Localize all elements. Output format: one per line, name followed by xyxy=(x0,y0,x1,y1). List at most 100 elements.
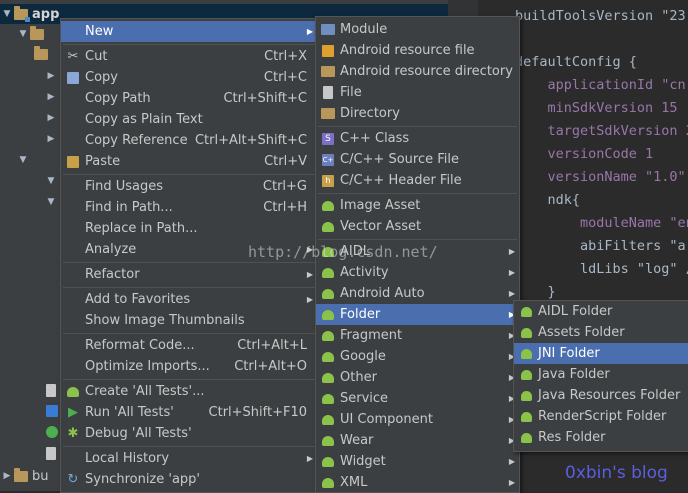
menu-item-directory[interactable]: Directory xyxy=(316,103,519,124)
menu-item-show-image-thumbnails[interactable]: Show Image Thumbnails xyxy=(61,310,317,331)
submenu-arrow-icon: ▶ xyxy=(508,268,515,277)
menu-item-label: AIDL Folder xyxy=(538,304,613,319)
cpp-header-icon: h xyxy=(320,173,336,189)
expand-arrow-icon[interactable]: ▶ xyxy=(44,134,58,144)
menu-item-shortcut: Ctrl+G xyxy=(262,179,307,194)
menu-item-label: Add to Favorites xyxy=(85,292,191,307)
menu-item-widget[interactable]: Widget ▶ xyxy=(316,451,519,472)
menu-item-label: Optimize Imports... xyxy=(85,359,210,374)
menu-item-module[interactable]: Module xyxy=(316,19,519,40)
menu-item-create-all-tests[interactable]: Create 'All Tests'... xyxy=(61,381,317,402)
android-icon xyxy=(320,328,336,344)
menu-item-folder[interactable]: Folder ▶ xyxy=(316,304,519,325)
menu-item-label: Android resource directory xyxy=(340,64,513,79)
android-icon xyxy=(320,391,336,407)
blank-icon xyxy=(65,24,81,40)
android-icon xyxy=(320,454,336,470)
blank-icon xyxy=(65,133,81,149)
android-folder-icon xyxy=(518,409,534,425)
submenu-arrow-icon: ▶ xyxy=(508,478,515,487)
menu-item-reformat-code[interactable]: Reformat Code... Ctrl+Alt+L xyxy=(61,335,317,356)
menu-item-synchronize-app[interactable]: ↻ Synchronize 'app' xyxy=(61,469,317,490)
menu-item-vector-asset[interactable]: Vector Asset xyxy=(316,216,519,237)
menu-item-jni-folder[interactable]: JNI Folder xyxy=(514,343,688,364)
menu-item-label: Folder xyxy=(340,307,381,322)
menu-item-new[interactable]: New ▶ xyxy=(61,21,317,42)
expand-arrow-icon[interactable]: ▼ xyxy=(0,9,14,19)
menu-item-label: Module xyxy=(340,22,388,37)
menu-item-c-c-source-file[interactable]: C+ C/C++ Source File xyxy=(316,149,519,170)
menu-item-java-resources-folder[interactable]: Java Resources Folder xyxy=(514,385,688,406)
menu-item-paste[interactable]: Paste Ctrl+V xyxy=(61,151,317,172)
menu-item-copy[interactable]: Copy Ctrl+C xyxy=(61,67,317,88)
expand-arrow-icon[interactable]: ▼ xyxy=(16,155,30,165)
android-icon xyxy=(320,349,336,365)
menu-item-label: C++ Class xyxy=(340,131,410,146)
menu-item-add-to-favorites[interactable]: Add to Favorites ▶ xyxy=(61,289,317,310)
menu-item-res-folder[interactable]: Res Folder xyxy=(514,427,688,448)
menu-separator xyxy=(318,239,517,240)
expand-arrow-icon[interactable]: ▶ xyxy=(44,92,58,102)
file-icon xyxy=(320,85,336,101)
menu-item-c-class[interactable]: S C++ Class xyxy=(316,128,519,149)
menu-item-optimize-imports[interactable]: Optimize Imports... Ctrl+Alt+O xyxy=(61,356,317,377)
menu-item-wear[interactable]: Wear ▶ xyxy=(316,430,519,451)
code-line: versionName "1.0" xyxy=(515,169,686,185)
menu-item-fragment[interactable]: Fragment ▶ xyxy=(316,325,519,346)
folder-icon xyxy=(320,64,336,80)
menu-item-android-resource-directory[interactable]: Android resource directory xyxy=(316,61,519,82)
menu-item-label: Paste xyxy=(85,154,121,169)
menu-item-image-asset[interactable]: Image Asset xyxy=(316,195,519,216)
expand-arrow-icon[interactable]: ▼ xyxy=(44,197,58,207)
expand-arrow-icon[interactable]: ▶ xyxy=(0,471,14,481)
menu-item-aidl-folder[interactable]: AIDL Folder xyxy=(514,301,688,322)
expand-arrow-icon[interactable]: ▼ xyxy=(44,176,58,186)
menu-item-local-history[interactable]: Local History ▶ xyxy=(61,448,317,469)
menu-item-other[interactable]: Other ▶ xyxy=(316,367,519,388)
menu-item-android-auto[interactable]: Android Auto ▶ xyxy=(316,283,519,304)
android-icon xyxy=(320,307,336,323)
menu-item-cut[interactable]: ✂ Cut Ctrl+X xyxy=(61,46,317,67)
submenu-arrow-icon: ▶ xyxy=(306,27,313,36)
menu-item-run-all-tests[interactable]: ▶ Run 'All Tests' Ctrl+Shift+F10 xyxy=(61,402,317,423)
module-icon xyxy=(320,22,336,38)
menu-item-c-c-header-file[interactable]: h C/C++ Header File xyxy=(316,170,519,191)
menu-item-ui-component[interactable]: UI Component ▶ xyxy=(316,409,519,430)
menu-item-debug-all-tests[interactable]: ✱ Debug 'All Tests' xyxy=(61,423,317,444)
menu-item-service[interactable]: Service ▶ xyxy=(316,388,519,409)
menu-item-label: Android resource file xyxy=(340,43,475,58)
expand-arrow-icon[interactable]: ▼ xyxy=(16,29,30,39)
menu-item-find-usages[interactable]: Find Usages Ctrl+G xyxy=(61,176,317,197)
menu-item-copy-as-plain-text[interactable]: Copy as Plain Text xyxy=(61,109,317,130)
menu-item-label: Vector Asset xyxy=(340,219,422,234)
android-icon xyxy=(320,286,336,302)
menu-item-label: Debug 'All Tests' xyxy=(85,426,192,441)
menu-item-assets-folder[interactable]: Assets Folder xyxy=(514,322,688,343)
menu-item-copy-path[interactable]: Copy Path Ctrl+Shift+C xyxy=(61,88,317,109)
expand-arrow-icon[interactable]: ▶ xyxy=(44,71,58,81)
menu-item-xml[interactable]: XML ▶ xyxy=(316,472,519,493)
menu-item-google[interactable]: Google ▶ xyxy=(316,346,519,367)
menu-item-activity[interactable]: Activity ▶ xyxy=(316,262,519,283)
menu-item-label: Other xyxy=(340,370,377,385)
menu-item-label: Activity xyxy=(340,265,389,280)
menu-item-replace-in-path[interactable]: Replace in Path... xyxy=(61,218,317,239)
android-folder-icon xyxy=(518,346,534,362)
menu-item-renderscript-folder[interactable]: RenderScript Folder xyxy=(514,406,688,427)
menu-item-file[interactable]: File xyxy=(316,82,519,103)
blank-icon xyxy=(65,292,81,308)
folder-icon xyxy=(14,467,28,482)
menu-item-copy-reference[interactable]: Copy Reference Ctrl+Alt+Shift+C xyxy=(61,130,317,151)
menu-item-label: Synchronize 'app' xyxy=(85,472,201,487)
menu-item-java-folder[interactable]: Java Folder xyxy=(514,364,688,385)
menu-item-android-resource-file[interactable]: Android resource file xyxy=(316,40,519,61)
menu-item-shortcut: Ctrl+V xyxy=(264,154,307,169)
menu-item-shortcut: Ctrl+Alt+Shift+C xyxy=(194,133,307,148)
android-folder-icon xyxy=(518,388,534,404)
menu-item-label: Replace in Path... xyxy=(85,221,198,236)
menu-item-refactor[interactable]: Refactor ▶ xyxy=(61,264,317,285)
menu-item-label: XML xyxy=(340,475,368,490)
test-icon xyxy=(65,384,81,400)
menu-item-find-in-path[interactable]: Find in Path... Ctrl+H xyxy=(61,197,317,218)
expand-arrow-icon[interactable]: ▶ xyxy=(44,113,58,123)
